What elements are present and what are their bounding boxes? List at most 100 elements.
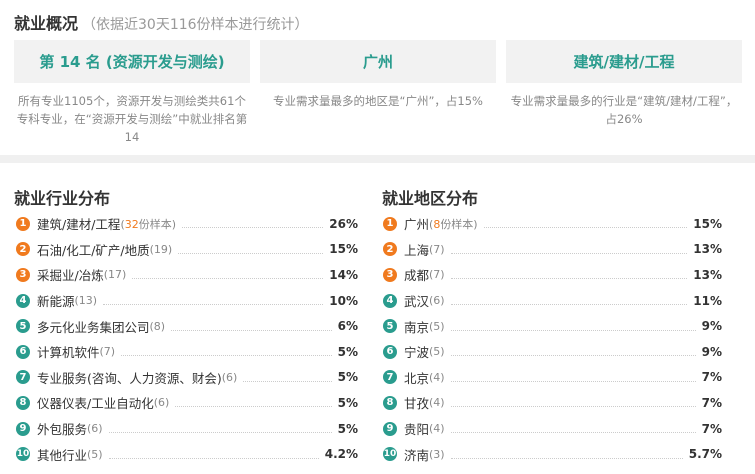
dotted-leader: [108, 432, 332, 434]
industry-name[interactable]: 仪器仪表/工业自动化: [37, 393, 154, 412]
dotted-leader: [450, 278, 688, 280]
region-title: 就业地区分布: [382, 189, 479, 208]
region-row[interactable]: 10 济南 (3) 5.7%: [383, 441, 722, 467]
region-row[interactable]: 1 广州 (8份样本) 15%: [383, 211, 722, 237]
top-industry-card: 建筑/建材/工程: [506, 40, 742, 83]
industry-count-suffix: 份样本): [138, 217, 177, 231]
rank-badge: 10: [383, 447, 397, 462]
region-percent: 9%: [701, 319, 722, 334]
region-name[interactable]: 上海: [404, 240, 429, 259]
rank-badge: 7: [16, 370, 30, 385]
region-name[interactable]: 成都: [404, 265, 429, 284]
industry-name[interactable]: 外包服务: [37, 419, 87, 438]
rank-badge: 4: [16, 293, 30, 308]
top-region-card-headline: 广州: [362, 53, 393, 71]
region-count: (3): [429, 447, 445, 461]
rank-badge: 2: [16, 242, 30, 257]
industry-row[interactable]: 6 计算机软件 (7) 5%: [16, 339, 358, 365]
region-percent: 13%: [693, 267, 722, 282]
rank-card: 第 14 名 (资源开发与测绘): [14, 40, 250, 83]
region-count: (6): [429, 294, 445, 308]
region-percent: 15%: [693, 216, 722, 231]
rank-badge: 1: [16, 216, 30, 231]
dotted-leader: [450, 252, 688, 254]
industry-count: (19): [149, 242, 173, 256]
top-region-card-desc: 专业需求量最多的地区是“广州”，占15%: [273, 94, 483, 108]
dotted-leader: [108, 457, 319, 459]
region-name[interactable]: 武汉: [404, 291, 429, 310]
rank-badge: 8: [383, 395, 397, 410]
region-list: 1 广州 (8份样本) 15% 2 上海 (7) 13% 3 成都 (7) 13% 4 武汉 (6) 11% 5…: [383, 211, 722, 467]
rank-badge: 6: [16, 344, 30, 359]
region-name[interactable]: 宁波: [404, 342, 429, 361]
region-row[interactable]: 7 北京 (4) 7%: [383, 365, 722, 391]
overview-title-text: 就业概况: [14, 14, 79, 33]
region-percent: 9%: [701, 344, 722, 359]
top-industry-card-desc: 专业需求量最多的行业是“建筑/建材/工程”，占26%: [510, 94, 738, 126]
region-row[interactable]: 3 成都 (7) 13%: [383, 262, 722, 288]
industry-name[interactable]: 其他行业: [37, 445, 87, 464]
region-row[interactable]: 8 甘孜 (4) 7%: [383, 390, 722, 416]
distribution-panel: 就业行业分布 1 建筑/建材/工程 (32份样本) 26% 2 石油/化工/矿产/地质 (1…: [0, 163, 755, 474]
dotted-leader: [103, 304, 324, 306]
rank-card-desc: 所有专业1105个，资源开发与测绘类共61个专科专业，在“资源开发与测绘”中就业…: [16, 94, 248, 144]
industry-row[interactable]: 8 仪器仪表/工业自动化 (6) 5%: [16, 390, 358, 416]
industry-row[interactable]: 3 采掘业/冶炼 (17) 14%: [16, 262, 358, 288]
region-name[interactable]: 甘孜: [404, 393, 429, 412]
rank-badge: 9: [383, 421, 397, 436]
region-count-suffix: 份样本): [440, 217, 478, 231]
region-name[interactable]: 广州: [404, 214, 429, 233]
industry-row[interactable]: 7 专业服务(咨询、人力资源、财会) (6) 5%: [16, 365, 358, 391]
dotted-leader: [450, 304, 688, 306]
industry-percent: 5%: [337, 370, 358, 385]
region-percent: 13%: [693, 242, 722, 257]
dotted-leader: [450, 329, 696, 331]
region-count: (7): [429, 268, 445, 282]
region-name[interactable]: 贵阳: [404, 419, 429, 438]
rank-badge: 3: [383, 267, 397, 282]
region-count: (5): [429, 319, 445, 333]
dotted-leader: [450, 380, 696, 382]
industry-percent: 5%: [337, 421, 358, 436]
industry-row[interactable]: 9 外包服务 (6) 5%: [16, 416, 358, 442]
region-name[interactable]: 南京: [404, 317, 429, 336]
region-percent: 7%: [701, 421, 722, 436]
industry-row[interactable]: 1 建筑/建材/工程 (32份样本) 26%: [16, 211, 358, 237]
region-row[interactable]: 6 宁波 (5) 9%: [383, 339, 722, 365]
industry-row[interactable]: 4 新能源 (13) 10%: [16, 288, 358, 314]
region-row[interactable]: 5 南京 (5) 9%: [383, 313, 722, 339]
industry-percent: 6%: [337, 319, 358, 334]
industry-row[interactable]: 10 其他行业 (5) 4.2%: [16, 441, 358, 467]
overview-panel: 就业概况 （依据近30天116份样本进行统计） 第 14 名 (资源开发与测绘) …: [0, 0, 755, 155]
region-count: (4): [429, 370, 445, 384]
industry-count: (13): [74, 294, 98, 308]
industry-name[interactable]: 新能源: [37, 291, 75, 310]
region-row[interactable]: 9 贵阳 (4) 7%: [383, 416, 722, 442]
dotted-leader: [121, 355, 332, 357]
industry-percent: 14%: [329, 267, 358, 282]
industry-count: (6): [221, 370, 238, 384]
region-percent: 7%: [701, 370, 722, 385]
rank-badge: 5: [383, 319, 397, 334]
dotted-leader: [243, 380, 332, 382]
top-industry-card-headline: 建筑/建材/工程: [573, 53, 675, 71]
industry-name[interactable]: 专业服务(咨询、人力资源、财会): [37, 368, 222, 387]
industry-percent: 26%: [329, 216, 358, 231]
rank-badge: 6: [383, 344, 397, 359]
dotted-leader: [450, 432, 696, 434]
region-name[interactable]: 济南: [404, 445, 429, 464]
industry-name[interactable]: 多元化业务集团公司: [37, 317, 150, 336]
industry-row[interactable]: 2 石油/化工/矿产/地质 (19) 15%: [16, 237, 358, 263]
dotted-leader: [175, 406, 332, 408]
industry-name[interactable]: 石油/化工/矿产/地质: [37, 240, 150, 259]
region-row[interactable]: 4 武汉 (6) 11%: [383, 288, 722, 314]
region-name[interactable]: 北京: [404, 368, 429, 387]
region-row[interactable]: 2 上海 (7) 13%: [383, 237, 722, 263]
rank-badge: 10: [16, 447, 30, 462]
industry-percent: 5%: [337, 344, 358, 359]
industry-name[interactable]: 采掘业/冶炼: [37, 265, 104, 284]
industry-count: (6): [87, 422, 103, 436]
industry-row[interactable]: 5 多元化业务集团公司 (8) 6%: [16, 313, 358, 339]
industry-name[interactable]: 建筑/建材/工程: [37, 214, 120, 233]
industry-name[interactable]: 计算机软件: [37, 342, 100, 361]
